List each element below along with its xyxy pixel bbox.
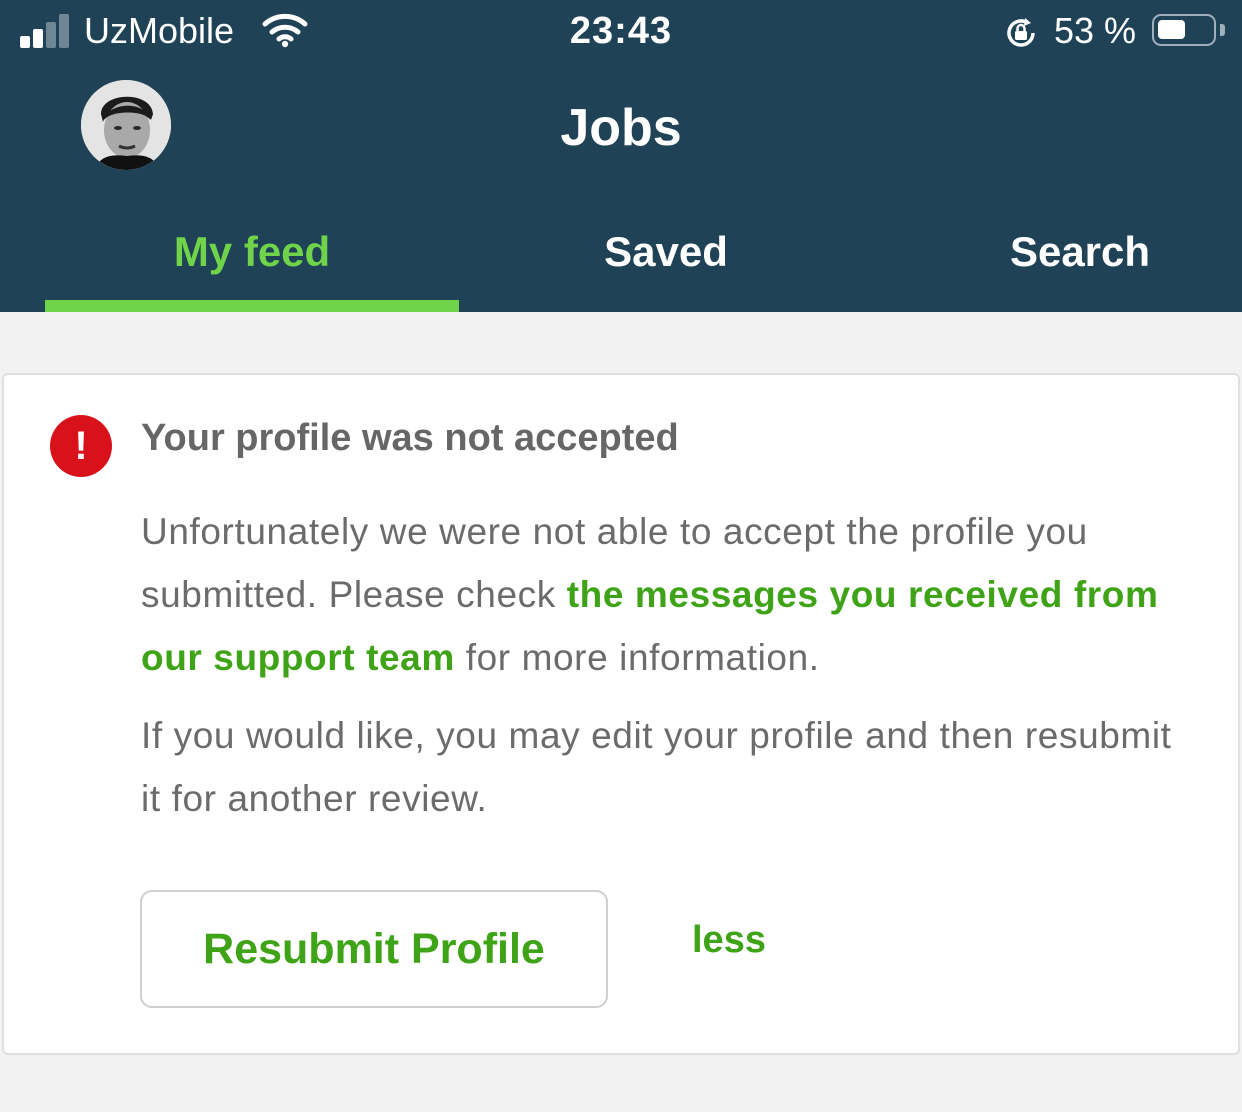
tab-search[interactable]: Search [873,220,1242,312]
resubmit-profile-button[interactable]: Resubmit Profile [140,890,608,1008]
page-title: Jobs [560,99,682,157]
alert-message-text: for more information. [454,637,820,678]
tab-label: Saved [604,228,728,275]
orientation-lock-icon [1007,18,1035,47]
profile-alert-card: ! Your profile was not accepted Unfortun… [2,373,1240,1055]
tab-bar: My feed Saved Search [0,220,1242,312]
show-less-link[interactable]: less [692,919,766,962]
exclamation-icon: ! [50,415,112,477]
tab-label: My feed [173,228,331,275]
alert-message: Unfortunately we were not able to accept… [141,500,1201,689]
battery-icon [1152,14,1216,46]
tab-my-feed[interactable]: My feed [45,220,459,312]
battery-fill [1158,20,1185,39]
app-header: UzMobile 23:43 53 % Jobs My feed Saved S… [0,0,1242,312]
battery-tip [1220,24,1225,36]
alert-resubmit-hint: If you would like, you may edit your pro… [141,715,1172,819]
tab-label: Search [1009,228,1151,275]
battery-percent: 53 % [1054,10,1137,51]
status-bar: UzMobile 23:43 53 % [0,0,1242,64]
tab-saved[interactable]: Saved [459,220,873,312]
active-tab-indicator [45,300,459,312]
alert-title: Your profile was not accepted [141,417,679,459]
